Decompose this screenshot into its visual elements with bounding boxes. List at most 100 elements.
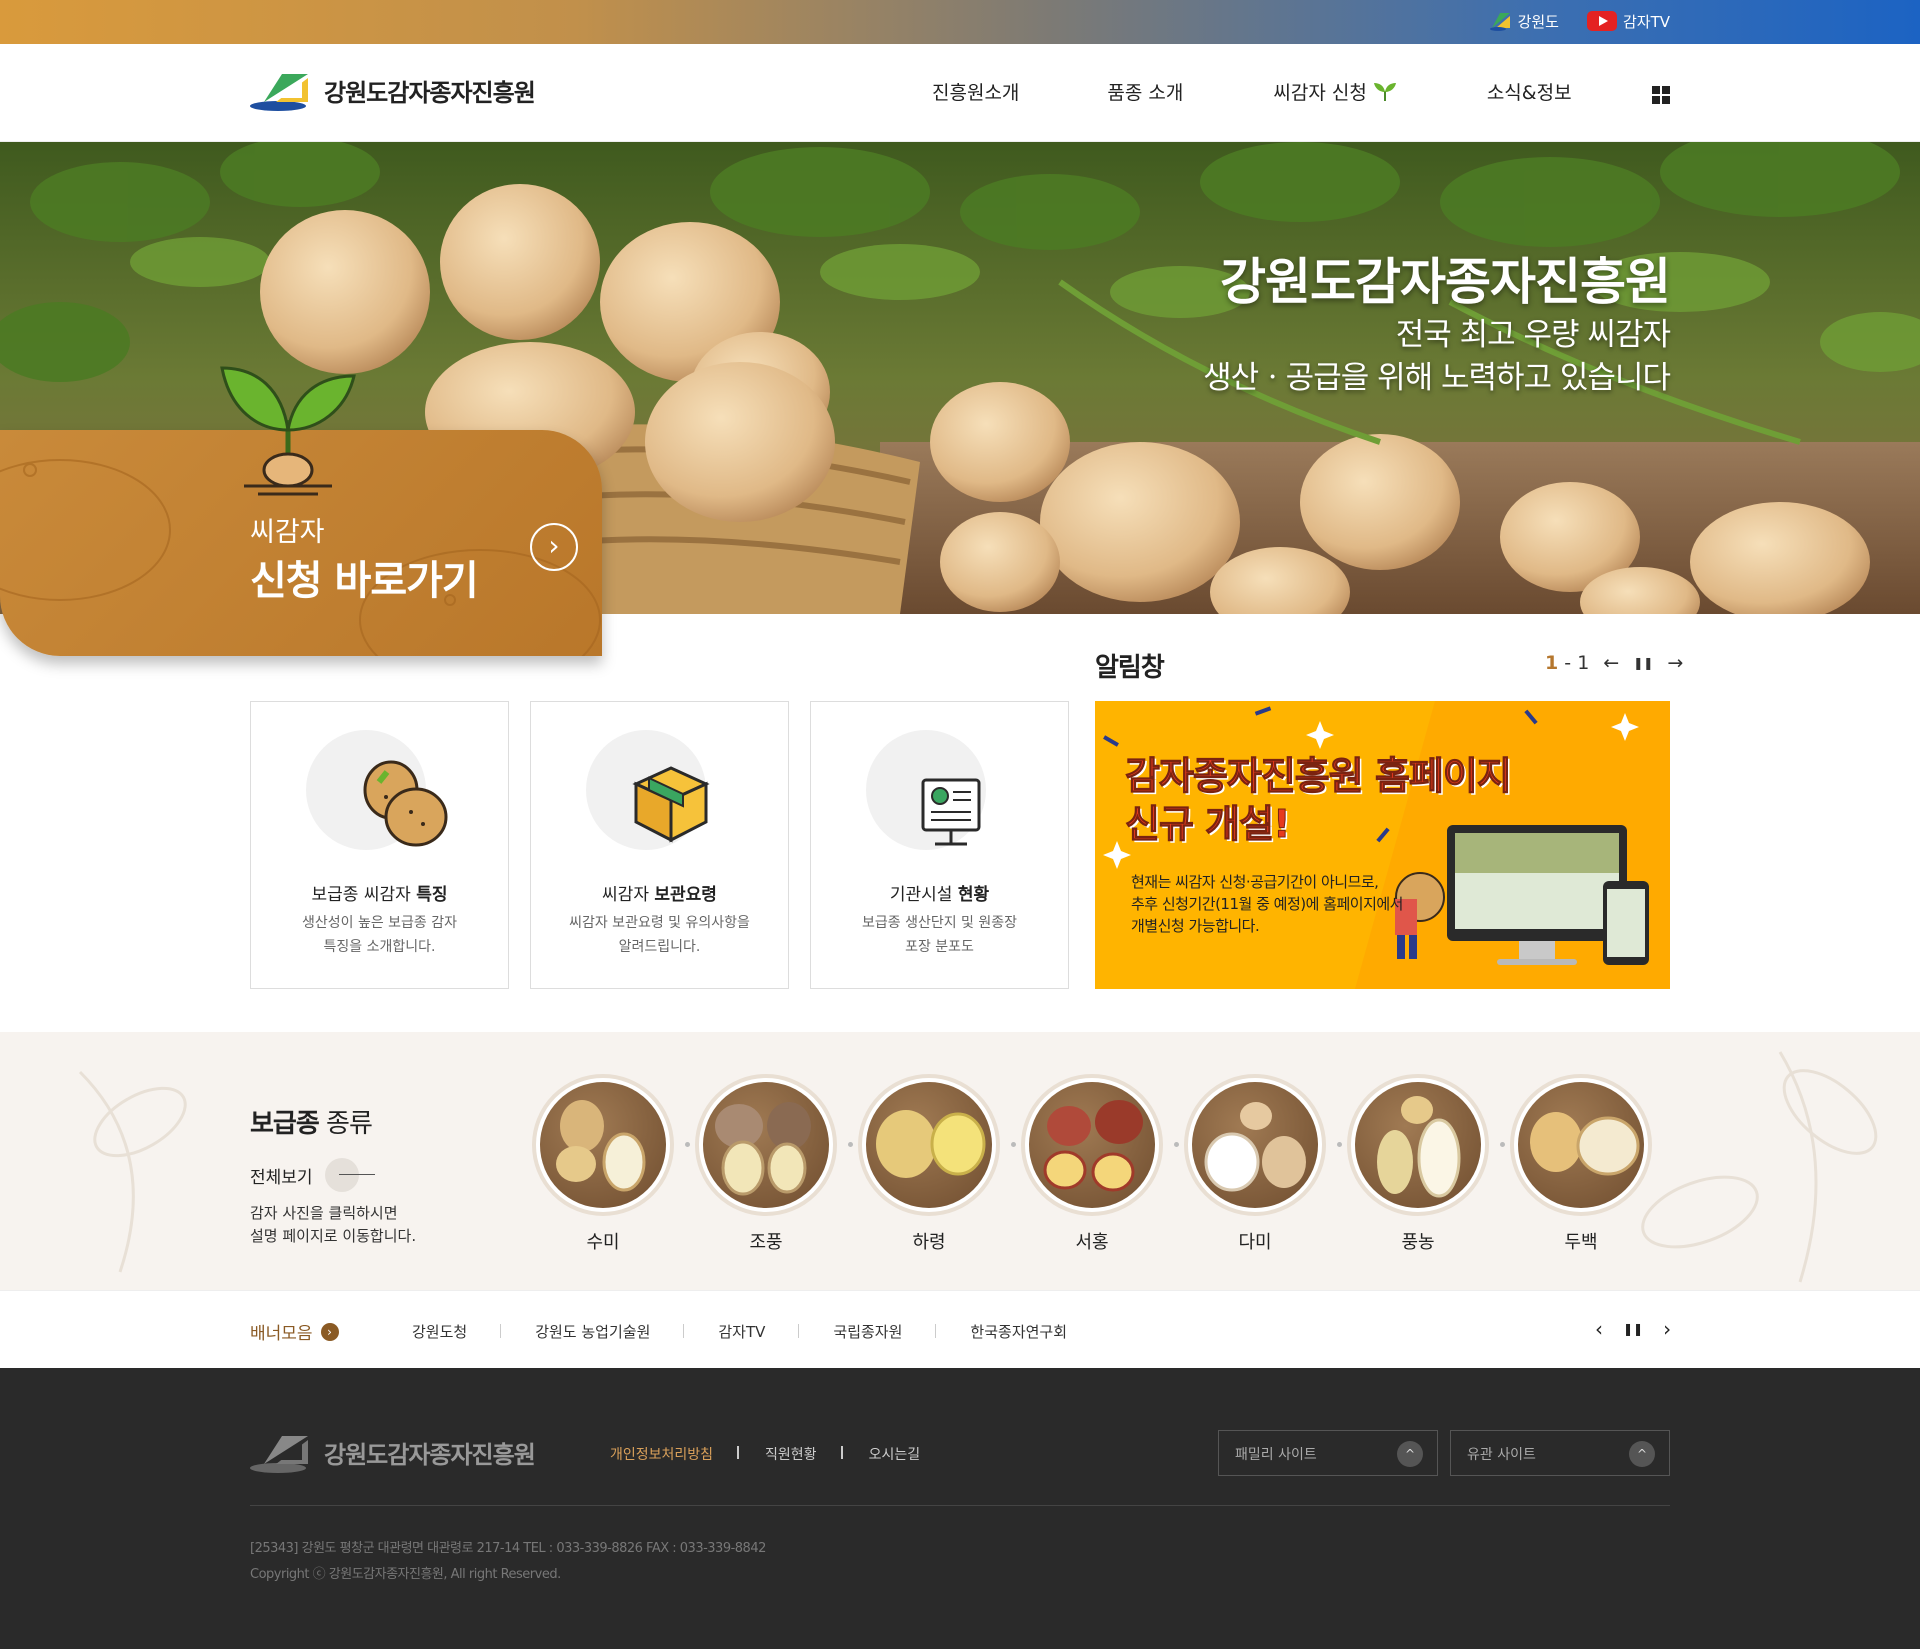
arrow-right-icon[interactable]: › bbox=[530, 523, 578, 571]
youtube-icon bbox=[1586, 11, 1617, 31]
notice-title: 알림창 bbox=[1095, 653, 1165, 683]
potato-icon bbox=[363, 760, 448, 847]
nav-item-apply-label: 씨감자 신청 bbox=[1273, 82, 1367, 104]
separator-dot bbox=[1174, 1142, 1179, 1147]
banner-link[interactable]: 감자TV bbox=[684, 1321, 800, 1342]
notice-controls: 1 - 1 ← ❚❚ → bbox=[1545, 652, 1683, 674]
gangwon-link[interactable]: 강원도 bbox=[1489, 10, 1559, 32]
directions-link[interactable]: 오시는길 bbox=[843, 1444, 947, 1464]
potato-tv-link-label: 감자TV bbox=[1622, 12, 1670, 31]
variety-haryeong[interactable]: 하령 bbox=[858, 1074, 1016, 1254]
card-title-bold: 현황 bbox=[957, 885, 990, 905]
view-all-label: 전체보기 bbox=[250, 1167, 313, 1188]
variety-jopung[interactable]: 조풍 bbox=[695, 1074, 853, 1254]
nav-item-varieties-label: 품종 소개 bbox=[1107, 82, 1184, 104]
varieties-title-bold: 보급종 bbox=[250, 1109, 320, 1139]
variety-sumi[interactable]: 수미 bbox=[532, 1074, 690, 1254]
sprout-icon bbox=[1373, 82, 1396, 101]
potato-tv-link[interactable]: 감자TV bbox=[1586, 11, 1670, 32]
footer-links: 개인정보처리방침 직원현황 오시는길 bbox=[610, 1444, 946, 1464]
apply-line2: 신청 바로가기 bbox=[250, 558, 479, 604]
banner-collection: 배너모음 › 강원도청 강원도 농업기술원 감자TV 국립종자원 한국종자연구회… bbox=[0, 1290, 1920, 1368]
variety-photo bbox=[1021, 1074, 1163, 1216]
popup-desc-line2: 추후 신청기간(11월 중 예정)에 홈페이지에서 bbox=[1131, 895, 1403, 913]
arrow-right-icon[interactable]: → bbox=[1667, 652, 1683, 674]
card-storage-guide[interactable]: 씨감자 보관요령 씨감자 보관요령 및 유의사항을 알려드립니다. bbox=[530, 701, 789, 989]
banner-title: 배너모음 › bbox=[250, 1319, 339, 1344]
banner-links: 강원도청 강원도 농업기술원 감자TV 국립종자원 한국종자연구회 bbox=[412, 1321, 1101, 1342]
view-all-link[interactable]: 전체보기 bbox=[250, 1158, 375, 1192]
chevron-right-icon: › bbox=[320, 1322, 339, 1341]
card-title: 씨감자 보관요령 bbox=[531, 880, 788, 905]
varieties-desc-line2: 설명 페이지로 이동합니다. bbox=[250, 1227, 417, 1245]
footer-logo: 강원도감자종자진흥원 bbox=[250, 1430, 536, 1474]
gangwon-link-label: 강원도 bbox=[1517, 12, 1559, 31]
privacy-policy-link[interactable]: 개인정보처리방침 bbox=[610, 1444, 740, 1464]
hero-title: 강원도감자종자진흥원 bbox=[1220, 253, 1671, 311]
card-desc: 씨감자 보관요령 및 유의사항을 알려드립니다. bbox=[531, 911, 788, 959]
nav-item-about[interactable]: 진흥원소개 bbox=[932, 78, 1019, 105]
footer-logo-icon bbox=[250, 1436, 308, 1473]
chevron-left-icon[interactable]: ‹ bbox=[1595, 1317, 1603, 1341]
card-desc-line1: 생산성이 높은 보급종 감자 bbox=[301, 915, 458, 931]
banner-link[interactable]: 한국종자연구회 bbox=[936, 1321, 1101, 1342]
varieties-title: 보급종 종류 bbox=[250, 1103, 373, 1140]
variety-name: 수미 bbox=[586, 1232, 620, 1253]
related-site-select[interactable]: 유관 사이트 ^ bbox=[1450, 1430, 1670, 1476]
variety-dami[interactable]: 다미 bbox=[1184, 1074, 1342, 1254]
pause-icon[interactable]: ❚❚ bbox=[1633, 656, 1653, 670]
varieties-desc-line1: 감자 사진을 클릭하시면 bbox=[250, 1204, 398, 1222]
popup-desc: 현재는 씨감자 신청·공급기간이 아니므로, 추후 신청기간(11월 중 예정)… bbox=[1131, 871, 1403, 937]
pause-icon[interactable]: ❚❚ bbox=[1623, 1317, 1643, 1341]
notice-popup[interactable]: 감자종자진흥원 홈페이지 신규 개설! 현재는 씨감자 신청·공급기간이 아니므… bbox=[1095, 701, 1670, 989]
staff-link[interactable]: 직원현황 bbox=[739, 1444, 843, 1464]
variety-name: 두백 bbox=[1564, 1232, 1598, 1253]
card-facility-status[interactable]: 기관시설 현황 보급종 생산단지 및 원종장포장 분포도 bbox=[810, 701, 1069, 989]
variety-photo bbox=[532, 1074, 674, 1216]
variety-name: 풍농 bbox=[1401, 1232, 1435, 1253]
banner-link[interactable]: 국립종자원 bbox=[799, 1321, 937, 1342]
card-desc-line2: 특징을 소개합니다. bbox=[323, 939, 436, 955]
card-title: 보급종 씨감자 특징 bbox=[251, 880, 508, 905]
variety-photo bbox=[1347, 1074, 1489, 1216]
variety-seohong[interactable]: 서홍 bbox=[1021, 1074, 1179, 1254]
card-title-normal: 보급종 씨감자 bbox=[311, 885, 417, 905]
card-desc: 보급종 생산단지 및 원종장포장 분포도 bbox=[811, 911, 1068, 959]
banner-link[interactable]: 강원도청 bbox=[412, 1321, 502, 1342]
grid-menu-icon[interactable] bbox=[1652, 86, 1670, 104]
main-navigation: 진흥원소개 품종 소개 씨감자 신청 소식&정보 bbox=[932, 78, 1660, 105]
related-site-label: 유관 사이트 bbox=[1467, 1447, 1536, 1463]
variety-pungnong[interactable]: 풍농 bbox=[1347, 1074, 1505, 1254]
variety-photo bbox=[858, 1074, 1000, 1216]
chevron-right-icon[interactable]: › bbox=[1663, 1317, 1671, 1341]
arrow-left-icon[interactable]: ← bbox=[1603, 652, 1619, 674]
card-title-normal: 기관시설 bbox=[889, 885, 958, 905]
site-logo[interactable]: 강원도감자종자진흥원 bbox=[250, 68, 536, 112]
nav-item-news[interactable]: 소식&정보 bbox=[1487, 78, 1572, 105]
nav-item-apply[interactable]: 씨감자 신청 bbox=[1273, 78, 1398, 105]
chevron-up-icon: ^ bbox=[1397, 1441, 1423, 1467]
nav-item-about-label: 진흥원소개 bbox=[932, 82, 1020, 104]
nav-item-varieties[interactable]: 품종 소개 bbox=[1107, 78, 1183, 105]
card-variety-features[interactable]: 보급종 씨감자 특징 생산성이 높은 보급종 감자특징을 소개합니다. bbox=[250, 701, 509, 989]
varieties-desc: 감자 사진을 클릭하시면 설명 페이지로 이동합니다. bbox=[250, 1202, 416, 1248]
logo-icon bbox=[250, 74, 308, 111]
notice-separator: - bbox=[1564, 652, 1572, 674]
variety-name: 서홍 bbox=[1075, 1232, 1109, 1253]
card-desc-line1: 보급종 생산단지 및 원종장 bbox=[861, 915, 1018, 931]
variety-dubaek[interactable]: 두백 bbox=[1510, 1074, 1652, 1254]
footer-address-line: [25343] 강원도 평창군 대관령면 대관령로 217-14 TEL : 0… bbox=[250, 1541, 766, 1556]
family-site-select[interactable]: 패밀리 사이트 ^ bbox=[1218, 1430, 1438, 1476]
notice-pager: 1 - 1 bbox=[1545, 652, 1589, 674]
hero-subtitle: 전국 최고 우량 씨감자 생산ㆍ공급을 위해 노력하고 있습니다 bbox=[1203, 314, 1671, 400]
card-desc-line2: 포장 분포도 bbox=[905, 939, 974, 955]
card-desc-line1: 씨감자 보관요령 및 유의사항을 bbox=[569, 915, 750, 931]
nav-item-news-label: 소식&정보 bbox=[1486, 82, 1572, 104]
family-site-label: 패밀리 사이트 bbox=[1235, 1447, 1317, 1463]
banner-controls: ‹ ❚❚ › bbox=[1595, 1317, 1671, 1341]
apply-line1: 씨감자 bbox=[250, 517, 325, 548]
variety-name: 조풍 bbox=[749, 1232, 783, 1253]
variety-name: 다미 bbox=[1238, 1232, 1272, 1253]
footer-copyright: Copyright ⓒ 강원도감자종자진흥원, All right Reserv… bbox=[250, 1567, 561, 1582]
banner-link[interactable]: 강원도 농업기술원 bbox=[501, 1321, 685, 1342]
